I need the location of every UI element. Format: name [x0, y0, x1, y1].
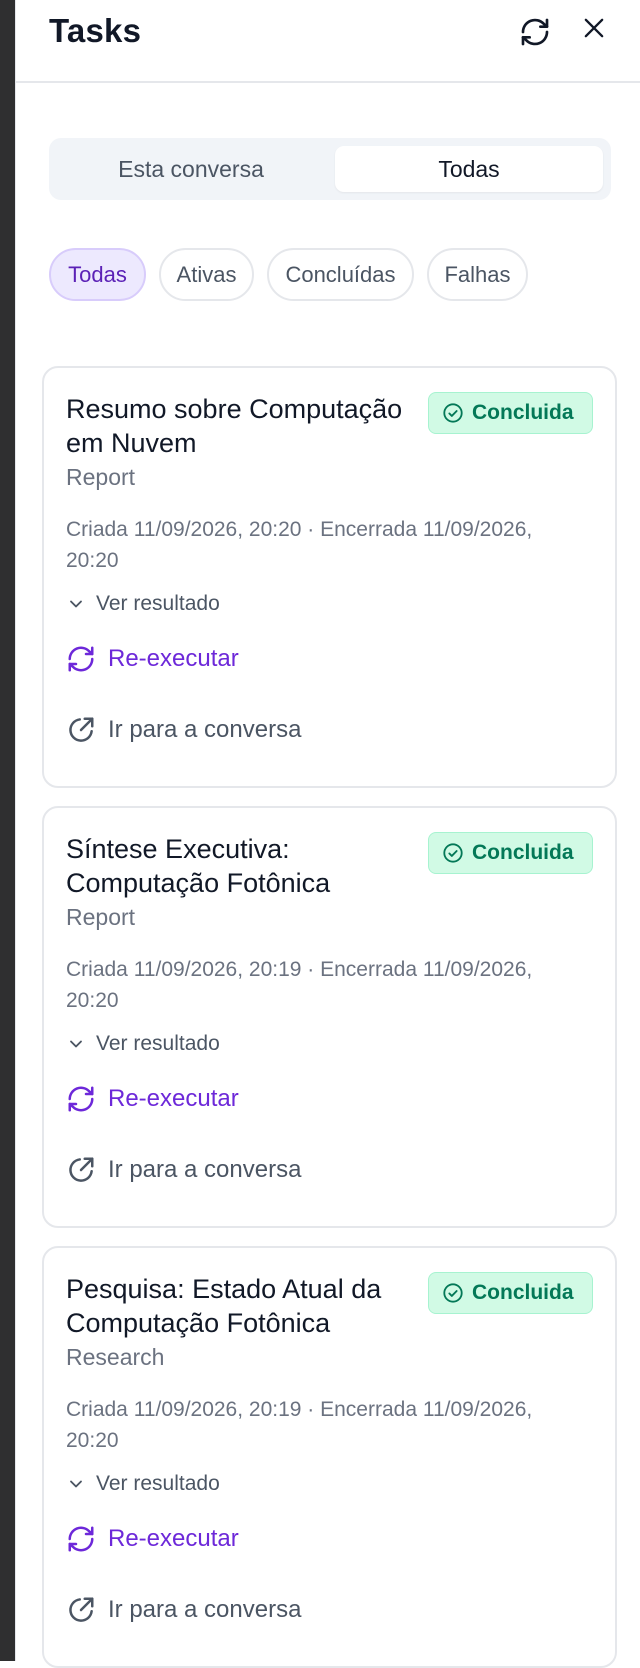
refresh-icon	[68, 646, 94, 672]
filter-chip-completed[interactable]: Concluídas	[267, 248, 414, 301]
view-result-label: Ver resultado	[96, 1472, 220, 1495]
chevron-down-icon	[70, 1040, 82, 1048]
view-result-toggle[interactable]: Ver resultado	[66, 1472, 220, 1496]
status-badge: Concluida	[428, 392, 593, 434]
tasks-panel: Tasks Esta conversa Todas Todas Ativas C…	[15, 0, 640, 1668]
check-circle-icon	[443, 1283, 463, 1303]
go-to-conversation-button[interactable]: Ir para a conversa	[66, 1595, 301, 1625]
rerun-label: Re-executar	[108, 645, 239, 672]
chevron-down-icon	[70, 1480, 82, 1488]
refresh-icon	[68, 1086, 94, 1112]
check-circle-icon	[443, 403, 463, 423]
status-badge: Concluida	[428, 832, 593, 874]
background-app-strip	[0, 0, 15, 1661]
view-result-label: Ver resultado	[96, 1032, 220, 1055]
close-button[interactable]	[572, 6, 616, 50]
task-card: Resumo sobre Computação em Nuvem Conclui…	[42, 366, 617, 788]
status-badge: Concluida	[428, 1272, 593, 1314]
panel-header: Tasks	[16, 0, 640, 83]
rerun-button[interactable]: Re-executar	[66, 644, 239, 674]
status-label: Concluida	[472, 841, 574, 864]
tab-this-conversation[interactable]: Esta conversa	[57, 146, 325, 192]
check-circle-icon	[443, 843, 463, 863]
task-title: Pesquisa: Estado Atual da Computação Fot…	[66, 1274, 382, 1338]
refresh-icon	[521, 18, 549, 46]
view-result-toggle[interactable]: Ver resultado	[66, 1032, 220, 1056]
external-link-icon	[69, 717, 94, 742]
task-card: Pesquisa: Estado Atual da Computação Fot…	[42, 1246, 617, 1668]
rerun-label: Re-executar	[108, 1085, 239, 1112]
go-to-conversation-label: Ir para a conversa	[108, 1156, 302, 1183]
task-timestamps: Criada 11/09/2026, 20:20 · Encerrada 11/…	[66, 518, 533, 572]
go-to-conversation-label: Ir para a conversa	[108, 716, 302, 743]
filter-chip-all[interactable]: Todas	[49, 248, 146, 301]
task-type: Report	[66, 464, 136, 490]
task-title: Síntese Executiva: Computação Fotônica	[66, 834, 331, 898]
tab-all[interactable]: Todas	[335, 146, 603, 192]
task-type: Report	[66, 904, 136, 930]
task-timestamps: Criada 11/09/2026, 20:19 · Encerrada 11/…	[66, 958, 533, 1012]
go-to-conversation-button[interactable]: Ir para a conversa	[66, 1155, 301, 1185]
rerun-button[interactable]: Re-executar	[66, 1084, 239, 1114]
external-link-icon	[69, 1157, 94, 1182]
filter-chip-active[interactable]: Ativas	[159, 248, 254, 301]
task-type: Research	[66, 1344, 165, 1370]
refresh-button[interactable]	[513, 10, 557, 54]
scope-segmented-control: Esta conversa Todas	[49, 138, 611, 200]
refresh-icon	[68, 1526, 94, 1552]
task-card: Síntese Executiva: Computação Fotônica C…	[42, 806, 617, 1228]
view-result-label: Ver resultado	[96, 592, 220, 615]
go-to-conversation-label: Ir para a conversa	[108, 1596, 302, 1623]
status-label: Concluida	[472, 1281, 574, 1304]
task-title: Resumo sobre Computação em Nuvem	[66, 394, 403, 458]
background-overlay-edge	[0, 630, 15, 660]
rerun-label: Re-executar	[108, 1525, 239, 1552]
task-timestamps: Criada 11/09/2026, 20:19 · Encerrada 11/…	[66, 1398, 533, 1452]
rerun-button[interactable]: Re-executar	[66, 1524, 239, 1554]
go-to-conversation-button[interactable]: Ir para a conversa	[66, 715, 301, 745]
view-result-toggle[interactable]: Ver resultado	[66, 592, 220, 616]
status-label: Concluida	[472, 401, 574, 424]
filter-chip-failed[interactable]: Falhas	[427, 248, 528, 301]
panel-title: Tasks	[49, 12, 142, 49]
chevron-down-icon	[70, 600, 82, 608]
external-link-icon	[69, 1597, 94, 1622]
close-icon	[584, 18, 604, 38]
